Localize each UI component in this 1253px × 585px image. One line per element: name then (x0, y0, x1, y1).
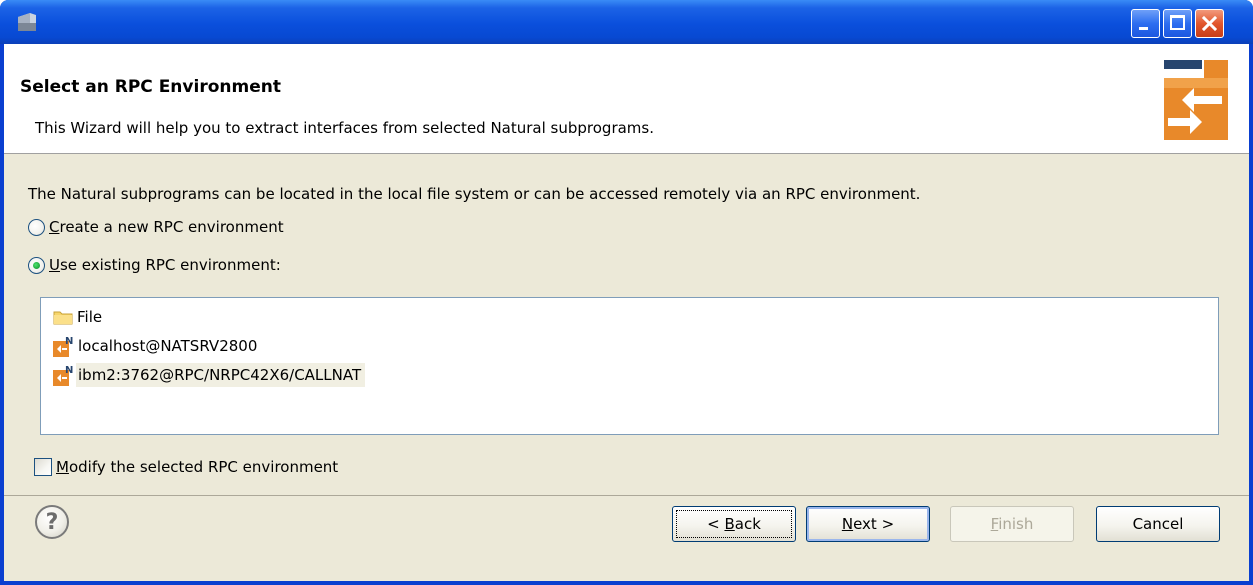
finish-button[interactable]: Finish (950, 506, 1074, 542)
wizard-banner: Select an RPC Environment This Wizard wi… (4, 44, 1249, 154)
intro-text: The Natural subprograms can be located i… (28, 185, 921, 203)
page-description: This Wizard will help you to extract int… (35, 119, 655, 137)
cancel-button-label: Cancel (1132, 515, 1184, 533)
natural-rpc-icon: N (53, 336, 73, 357)
list-item-selected[interactable]: N ibm2:3762@RPC/NRPC42X6/CALLNAT (53, 362, 366, 388)
help-button[interactable]: ? (35, 505, 69, 539)
back-button-label: < Back (707, 515, 761, 533)
modify-env-checkbox[interactable] (34, 458, 52, 476)
rpc-wizard-graphic-icon (1164, 60, 1228, 140)
footer-separator (4, 495, 1249, 496)
close-icon (1201, 15, 1218, 32)
radio-create-label: Create a new RPC environment (49, 218, 284, 236)
minimize-icon (1139, 27, 1148, 30)
dialog-client-area: Select an RPC Environment This Wizard wi… (4, 44, 1249, 581)
cancel-button[interactable]: Cancel (1096, 506, 1220, 542)
finish-button-label: Finish (990, 515, 1034, 533)
radio-create-indicator[interactable] (28, 218, 45, 236)
list-item-label: File (77, 308, 103, 326)
radio-create-new-env[interactable]: Create a new RPC environment (28, 216, 284, 238)
list-item[interactable]: N localhost@NATSRV2800 (53, 333, 259, 359)
wizard-window: Select an RPC Environment This Wizard wi… (0, 0, 1253, 585)
folder-icon (53, 311, 73, 325)
next-button-label: Next > (841, 515, 895, 533)
app-icon (18, 13, 36, 31)
close-button[interactable] (1195, 9, 1224, 38)
natural-rpc-icon: N (53, 365, 73, 386)
back-button[interactable]: < Back (672, 506, 796, 542)
svg-text:N: N (65, 336, 73, 347)
list-item[interactable]: File (53, 304, 104, 330)
list-item-label: localhost@NATSRV2800 (78, 337, 258, 355)
radio-use-existing-env[interactable]: Use existing RPC environment: (28, 254, 281, 276)
modify-env-checkbox-row[interactable]: Modify the selected RPC environment (34, 456, 338, 478)
list-item-label: ibm2:3762@RPC/NRPC42X6/CALLNAT (76, 363, 366, 387)
page-title: Select an RPC Environment (20, 77, 281, 97)
radio-existing-label: Use existing RPC environment: (49, 256, 281, 274)
next-button[interactable]: Next > (806, 506, 930, 542)
minimize-button[interactable] (1131, 9, 1160, 38)
help-icon: ? (45, 509, 59, 535)
rpc-environment-list[interactable]: File N localhost@NATSRV2800 N ibm2:3762@… (40, 297, 1219, 435)
maximize-icon (1170, 15, 1185, 30)
title-bar[interactable] (0, 0, 1253, 44)
maximize-button[interactable] (1163, 9, 1192, 38)
radio-existing-indicator[interactable] (28, 256, 45, 274)
svg-text:N: N (65, 365, 73, 376)
modify-env-label: Modify the selected RPC environment (56, 458, 339, 476)
